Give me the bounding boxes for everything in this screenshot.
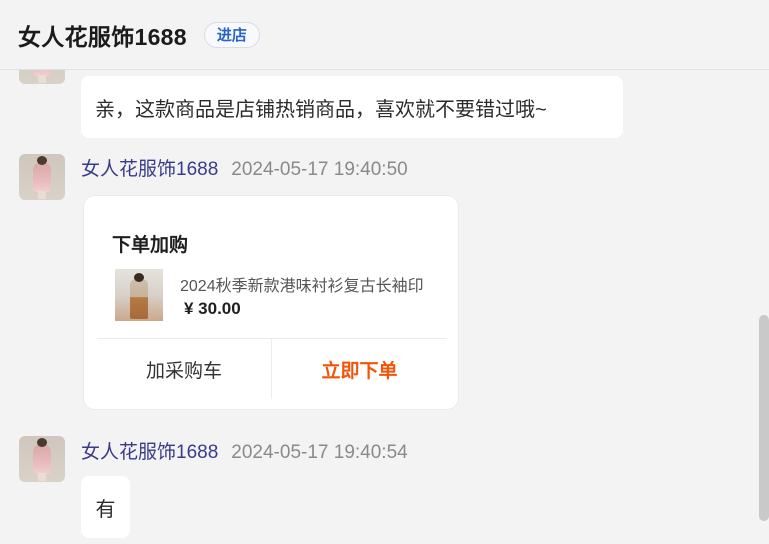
chat-header: 女人花服饰1688 进店 xyxy=(0,0,769,70)
message-text: 有 xyxy=(95,498,116,521)
product-name[interactable]: 2024秋季新款港味衬衫复古长袖印 xyxy=(180,272,432,296)
order-card-title: 下单加购 xyxy=(112,235,189,256)
chat-message-list[interactable]: 亲，这款商品是店铺热销商品，喜欢就不要错过哦~ 女人花服饰1688 2024-0… xyxy=(0,70,769,544)
sender-name[interactable]: 女人花服饰1688 xyxy=(81,154,218,181)
shop-avatar[interactable] xyxy=(19,154,65,200)
shop-name-title: 女人花服饰1688 xyxy=(18,23,187,50)
shop-avatar[interactable] xyxy=(19,70,65,84)
sender-name[interactable]: 女人花服饰1688 xyxy=(81,437,218,464)
message-meta: 女人花服饰1688 2024-05-17 19:40:50 xyxy=(81,154,408,181)
enter-shop-button[interactable]: 进店 xyxy=(203,21,260,48)
message-timestamp: 2024-05-17 19:40:50 xyxy=(231,159,408,180)
shop-avatar[interactable] xyxy=(19,436,65,482)
buy-now-button[interactable]: 立即下单 xyxy=(272,339,447,399)
order-card: 下单加购 2024秋季新款港味衬衫复古长袖印 ¥ 30.00 加采购车 立即下单 xyxy=(83,195,459,410)
message-bubble-text: 有 xyxy=(81,476,130,538)
add-to-cart-button[interactable]: 加采购车 xyxy=(97,339,271,399)
message-bubble-text: 亲，这款商品是店铺热销商品，喜欢就不要错过哦~ xyxy=(81,76,623,138)
chat-scrollbar[interactable] xyxy=(759,315,769,521)
product-price: ¥ 30.00 xyxy=(184,299,241,318)
message-meta: 女人花服饰1688 2024-05-17 19:40:54 xyxy=(81,437,408,464)
message-text: 亲，这款商品是店铺热销商品，喜欢就不要错过哦~ xyxy=(95,98,547,121)
message-timestamp: 2024-05-17 19:40:54 xyxy=(231,442,408,463)
product-thumbnail[interactable] xyxy=(115,269,163,321)
